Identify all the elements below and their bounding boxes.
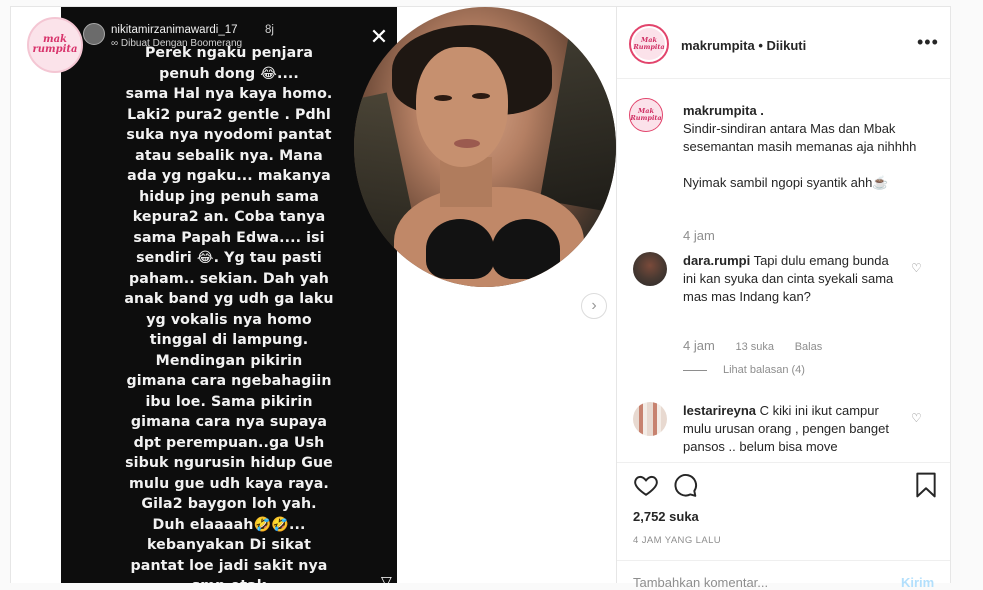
story-text-line: suka nya nyodomi pantat: [126, 127, 332, 143]
story-text: Perek ngaku penjara penuh dong 😂.... sama …: [61, 43, 397, 583]
comment-meta: 4 jam 13 suka Balas: [683, 338, 822, 353]
caption-text-2: Nyimak sambil ngopi syantik ahh☕: [683, 175, 889, 190]
bookmark-icon[interactable]: [915, 472, 937, 498]
story-username: nikitamirzanimawardi_17: [111, 24, 238, 36]
post-media: Perek ngaku penjara penuh dong 😂.... sama …: [10, 6, 616, 583]
comment-avatar[interactable]: [633, 402, 667, 436]
comment-item: lestarireyna C kiki ini ikut campur mulu…: [683, 402, 903, 456]
caption-avatar[interactable]: Mak Rumpita: [629, 98, 663, 132]
story-text-line: sibuk ngurusin hidup Gue: [125, 455, 333, 471]
close-icon: ✕: [369, 24, 389, 49]
account-avatar-text: Mak Rumpita: [633, 28, 665, 60]
post-header: Mak Rumpita makrumpita • Diikuti •••: [617, 7, 950, 79]
story-text-line: atau sebalik nya. Mana: [135, 147, 323, 164]
story-text-line: hidup jng penuh sama: [139, 188, 319, 205]
comment-likes[interactable]: 13 suka: [735, 341, 774, 353]
story-text-line: sama Hal nya kaya homo.: [125, 86, 333, 102]
story-text-line: sendiri 😂. Yg tau pasti: [136, 250, 322, 266]
story-text-line: Gila2 baygon loh yah.: [141, 496, 317, 512]
caption-avatar-text: Mak Rumpita: [630, 99, 662, 131]
story-text-line: ada yg ngaku... makanya: [127, 168, 331, 184]
story-text-line: gimana cara nya supaya: [130, 414, 328, 430]
comment-avatar[interactable]: [633, 252, 667, 286]
caption-username[interactable]: makrumpita .: [683, 102, 933, 120]
more-options-icon[interactable]: •••: [917, 32, 939, 53]
story-text-line: smp otak: [61, 576, 397, 583]
send-icon: ▽: [381, 573, 392, 583]
story-text-line: anak band yg udh ga laku: [124, 291, 334, 307]
story-text-line: dpt perempuan..ga Ush: [133, 434, 325, 451]
account-header: makrumpita • Diikuti: [681, 38, 806, 53]
story-time: 8j: [265, 24, 274, 36]
story-text-line: pantat loe jadi sakit nya: [130, 557, 328, 574]
caption-text: Sindir-sindiran antara Mas dan Mbak sese…: [683, 121, 917, 154]
story-text-line: kebanyakan Di sikat: [147, 537, 311, 553]
account-username[interactable]: makrumpita: [681, 38, 755, 53]
story-text-line: kepura2 an. Coba tanya: [132, 209, 326, 225]
story-screenshot: Perek ngaku penjara penuh dong 😂.... sama …: [61, 7, 397, 583]
add-comment-bar: Kirim: [617, 560, 950, 590]
portrait-photo: [354, 7, 616, 287]
story-text-line: sama Papah Edwa.... isi: [133, 229, 325, 246]
story-text-line: Mendingan pikirin: [155, 352, 303, 369]
comment-time: 4 jam: [683, 338, 715, 353]
comment-icon[interactable]: [672, 472, 698, 498]
comment-username[interactable]: dara.rumpi: [683, 253, 750, 268]
likes-count[interactable]: 2,752 suka: [633, 509, 699, 524]
story-text-line: gimana cara ngebahagiin: [126, 373, 332, 389]
caption: makrumpita . Sindir-sindiran antara Mas …: [683, 102, 933, 192]
story-text-line: ibu loe. Sama pikirin: [145, 393, 313, 410]
watermark-logo: mak rumpita: [27, 17, 83, 73]
separator-dot: •: [754, 38, 767, 53]
story-text-line: Duh elaaaah🤣🤣...: [152, 516, 306, 533]
heart-icon[interactable]: [633, 472, 659, 498]
comment-item: dara.rumpi Tapi dulu emang bunda ini kan…: [683, 252, 903, 306]
story-text-line: yg vokalis nya homo: [146, 311, 312, 328]
like-comment-icon[interactable]: ♡: [911, 411, 922, 425]
like-comment-icon[interactable]: ♡: [911, 261, 922, 275]
story-text-line: penuh dong 😂....: [159, 65, 299, 82]
follow-status[interactable]: Diikuti: [766, 38, 806, 53]
caption-time: 4 jam: [683, 228, 715, 243]
view-replies-button[interactable]: Lihat balasan (4): [683, 364, 805, 376]
story-boomerang-label: ∞ Dibuat Dengan Boomerang: [111, 38, 243, 49]
post-sidebar: Mak Rumpita makrumpita • Diikuti ••• Mak…: [616, 6, 951, 590]
comments-list: Mak Rumpita makrumpita . Sindir-sindiran…: [617, 80, 950, 462]
view-replies-label: Lihat balasan (4): [723, 364, 805, 376]
story-user-avatar: [83, 23, 105, 45]
story-text-line: Laki2 pura2 gentle . Pdhl: [127, 106, 331, 123]
post-timestamp: 4 JAM YANG LALU: [633, 535, 722, 546]
account-avatar[interactable]: Mak Rumpita: [629, 24, 669, 64]
story-text-line: mulu gue udh kaya raya.: [129, 475, 329, 492]
page-margin: [951, 6, 983, 583]
instagram-post-view: Perek ngaku penjara penuh dong 😂.... sama …: [0, 0, 983, 590]
story-text-line: paham.. sekian. Dah yah: [129, 270, 329, 287]
next-media-button[interactable]: ›: [581, 293, 607, 319]
story-text-line: tinggal di lampung.: [149, 332, 309, 348]
post-actions: 2,752 suka 4 JAM YANG LALU Kirim: [617, 462, 950, 590]
reply-button[interactable]: Balas: [795, 341, 823, 353]
comment-username[interactable]: lestarireyna: [683, 403, 756, 418]
